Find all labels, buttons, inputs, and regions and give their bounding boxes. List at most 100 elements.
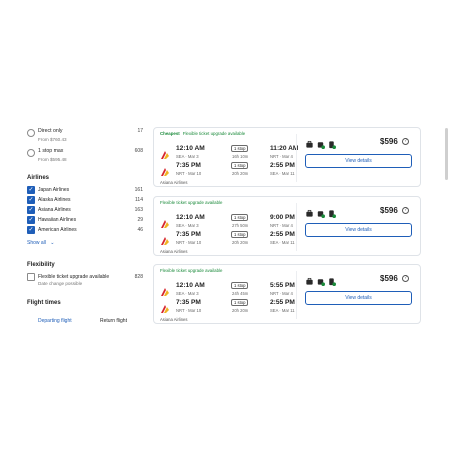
flexible-ticket-label: Flexible ticket upgrade available xyxy=(38,274,110,280)
stops-badge[interactable]: 1 stop xyxy=(231,282,249,289)
checked-bag-icon xyxy=(327,136,336,149)
airline-count: 114 xyxy=(135,197,143,203)
arrival-time: 2:55 PM xyxy=(270,162,295,169)
results-scrollbar[interactable] xyxy=(445,128,448,180)
checkbox-checked-icon[interactable]: ✓ xyxy=(27,226,35,234)
checkbox-checked-icon[interactable]: ✓ xyxy=(27,186,35,194)
carrier-name: Asiana Airlines xyxy=(160,249,188,254)
checkbox-checked-icon[interactable]: ✓ xyxy=(27,216,35,224)
flight-duration: 24h 45m xyxy=(232,291,249,296)
info-icon[interactable]: ? xyxy=(402,138,409,145)
arrival-airport-date: SEA · Mar 11 xyxy=(270,308,295,313)
price: $596 xyxy=(380,137,398,146)
airline-filter-alaska-airlines[interactable]: ✓ Alaska Airlines 114 xyxy=(27,196,147,206)
flight-duration: 20h 20m xyxy=(232,308,249,313)
airline-logo-icon xyxy=(160,233,170,245)
airline-filter-japan-airlines[interactable]: ✓ Japan Airlines 161 xyxy=(27,186,147,196)
carrier-name: Asiana Airlines xyxy=(160,180,188,185)
filter-one-stop-max[interactable]: 1 stop max From $595.48 608 xyxy=(27,148,147,168)
flexible-ticket-badge: Flexible ticket upgrade available xyxy=(160,268,223,273)
stops-badge[interactable]: 1 stop xyxy=(231,299,249,306)
show-all-airlines-link[interactable]: Show all ⌄ xyxy=(27,240,55,246)
departure-airport-date: NRT · Mar 10 xyxy=(176,240,202,245)
view-details-button[interactable]: View details xyxy=(305,291,412,305)
airline-name: Hawaiian Airlines xyxy=(38,217,77,223)
direct-only-label: Direct only xyxy=(38,128,63,134)
departure-time: 12:10 AM xyxy=(176,214,205,221)
arrival-time: 9:00 PM xyxy=(270,214,295,221)
flight-duration: 20h 20m xyxy=(232,171,249,176)
flight-duration: 27h 50m xyxy=(232,223,249,228)
airline-count: 29 xyxy=(137,217,143,223)
flexible-ticket-badge: Flexible ticket upgrade available xyxy=(160,200,223,205)
departure-airport-date: NRT · Mar 10 xyxy=(176,308,202,313)
arrival-airport-date: SEA · Mar 11 xyxy=(270,171,295,176)
airlines-heading: Airlines xyxy=(27,175,50,181)
baggage-amenities xyxy=(305,205,339,218)
flight-result-card[interactable]: Cheapest Flexible ticket upgrade availabl… xyxy=(153,127,421,187)
departure-airport-date: NRT · Mar 10 xyxy=(176,171,202,176)
carry-on-icon xyxy=(316,273,325,286)
airline-filter-american-airlines[interactable]: ✓ American Airlines 46 xyxy=(27,226,147,236)
info-icon[interactable]: ? xyxy=(402,207,409,214)
airline-count: 46 xyxy=(137,227,143,233)
checkbox-checked-icon[interactable]: ✓ xyxy=(27,196,35,204)
chevron-down-icon: ⌄ xyxy=(50,240,55,246)
departure-time: 7:35 PM xyxy=(176,299,201,306)
baggage-amenities xyxy=(305,136,339,149)
departure-time: 12:10 AM xyxy=(176,145,205,152)
airline-name: Japan Airlines xyxy=(38,187,70,193)
stops-badge[interactable]: 1 stop xyxy=(231,231,249,238)
airline-name: Alaska Airlines xyxy=(38,197,71,203)
arrival-airport-date: NRT · Mar 4 xyxy=(270,154,293,159)
one-stop-max-radio[interactable] xyxy=(27,149,35,157)
arrival-airport-date: NRT · Mar 4 xyxy=(270,223,293,228)
departure-time: 7:35 PM xyxy=(176,162,201,169)
card-badges: Flexible ticket upgrade available xyxy=(160,268,222,273)
date-change-note: Date change possible xyxy=(38,281,83,286)
price: $596 xyxy=(380,206,398,215)
view-details-button[interactable]: View details xyxy=(305,223,412,237)
departure-time: 12:10 AM xyxy=(176,282,205,289)
flight-result-card[interactable]: Flexible ticket upgrade available 12:10 A… xyxy=(153,196,421,256)
cheapest-badge: Cheapest xyxy=(160,131,180,136)
one-stop-max-count: 608 xyxy=(134,148,143,154)
departure-airport-date: SEA · Mar 3 xyxy=(176,291,199,296)
card-divider xyxy=(296,134,297,182)
flight-duration: 16h 10m xyxy=(232,154,249,159)
airline-filter-asiana-airlines[interactable]: ✓ Asiana Airlines 163 xyxy=(27,206,147,216)
direct-only-price: From $760.43 xyxy=(38,137,67,142)
info-icon[interactable]: ? xyxy=(402,275,409,282)
card-badges: Cheapest Flexible ticket upgrade availabl… xyxy=(160,131,245,136)
airline-filter-hawaiian-airlines[interactable]: ✓ Hawaiian Airlines 29 xyxy=(27,216,147,226)
carry-on-icon xyxy=(316,136,325,149)
filter-direct-only[interactable]: Direct only From $760.43 17 xyxy=(27,128,147,148)
card-divider xyxy=(296,203,297,251)
arrival-airport-date: SEA · Mar 11 xyxy=(270,240,295,245)
tab-return-flight[interactable]: Return flight xyxy=(100,318,127,324)
checkbox-unchecked-icon[interactable] xyxy=(27,273,35,281)
departure-airport-date: SEA · Mar 3 xyxy=(176,154,199,159)
baggage-amenities xyxy=(305,273,339,286)
flexible-ticket-filter[interactable]: Flexible ticket upgrade available 828 Da… xyxy=(27,273,147,291)
tab-departing-flight[interactable]: Departing flight xyxy=(38,318,72,324)
arrival-airport-date: NRT · Mar 4 xyxy=(270,291,293,296)
stops-badge[interactable]: 1 stop xyxy=(231,214,249,221)
arrival-time: 2:55 PM xyxy=(270,299,295,306)
airline-logo-icon xyxy=(160,216,170,228)
show-all-label: Show all xyxy=(27,240,46,246)
direct-only-count: 17 xyxy=(137,128,143,134)
flexible-ticket-count: 828 xyxy=(134,274,143,280)
airline-logo-icon xyxy=(160,147,170,159)
flight-result-card[interactable]: Flexible ticket upgrade available 12:10 A… xyxy=(153,264,421,324)
checked-bag-icon xyxy=(327,205,336,218)
checkbox-checked-icon[interactable]: ✓ xyxy=(27,206,35,214)
flexible-ticket-badge: Flexible ticket upgrade available xyxy=(182,131,246,136)
card-badges: Flexible ticket upgrade available xyxy=(160,200,222,205)
direct-only-radio[interactable] xyxy=(27,129,35,137)
view-details-button[interactable]: View details xyxy=(305,154,412,168)
stops-badge[interactable]: 1 stop xyxy=(231,162,249,169)
airline-name: Asiana Airlines xyxy=(38,207,71,213)
flight-times-tabs: Departing flight Return flight xyxy=(27,318,147,338)
stops-badge[interactable]: 1 stop xyxy=(231,145,249,152)
